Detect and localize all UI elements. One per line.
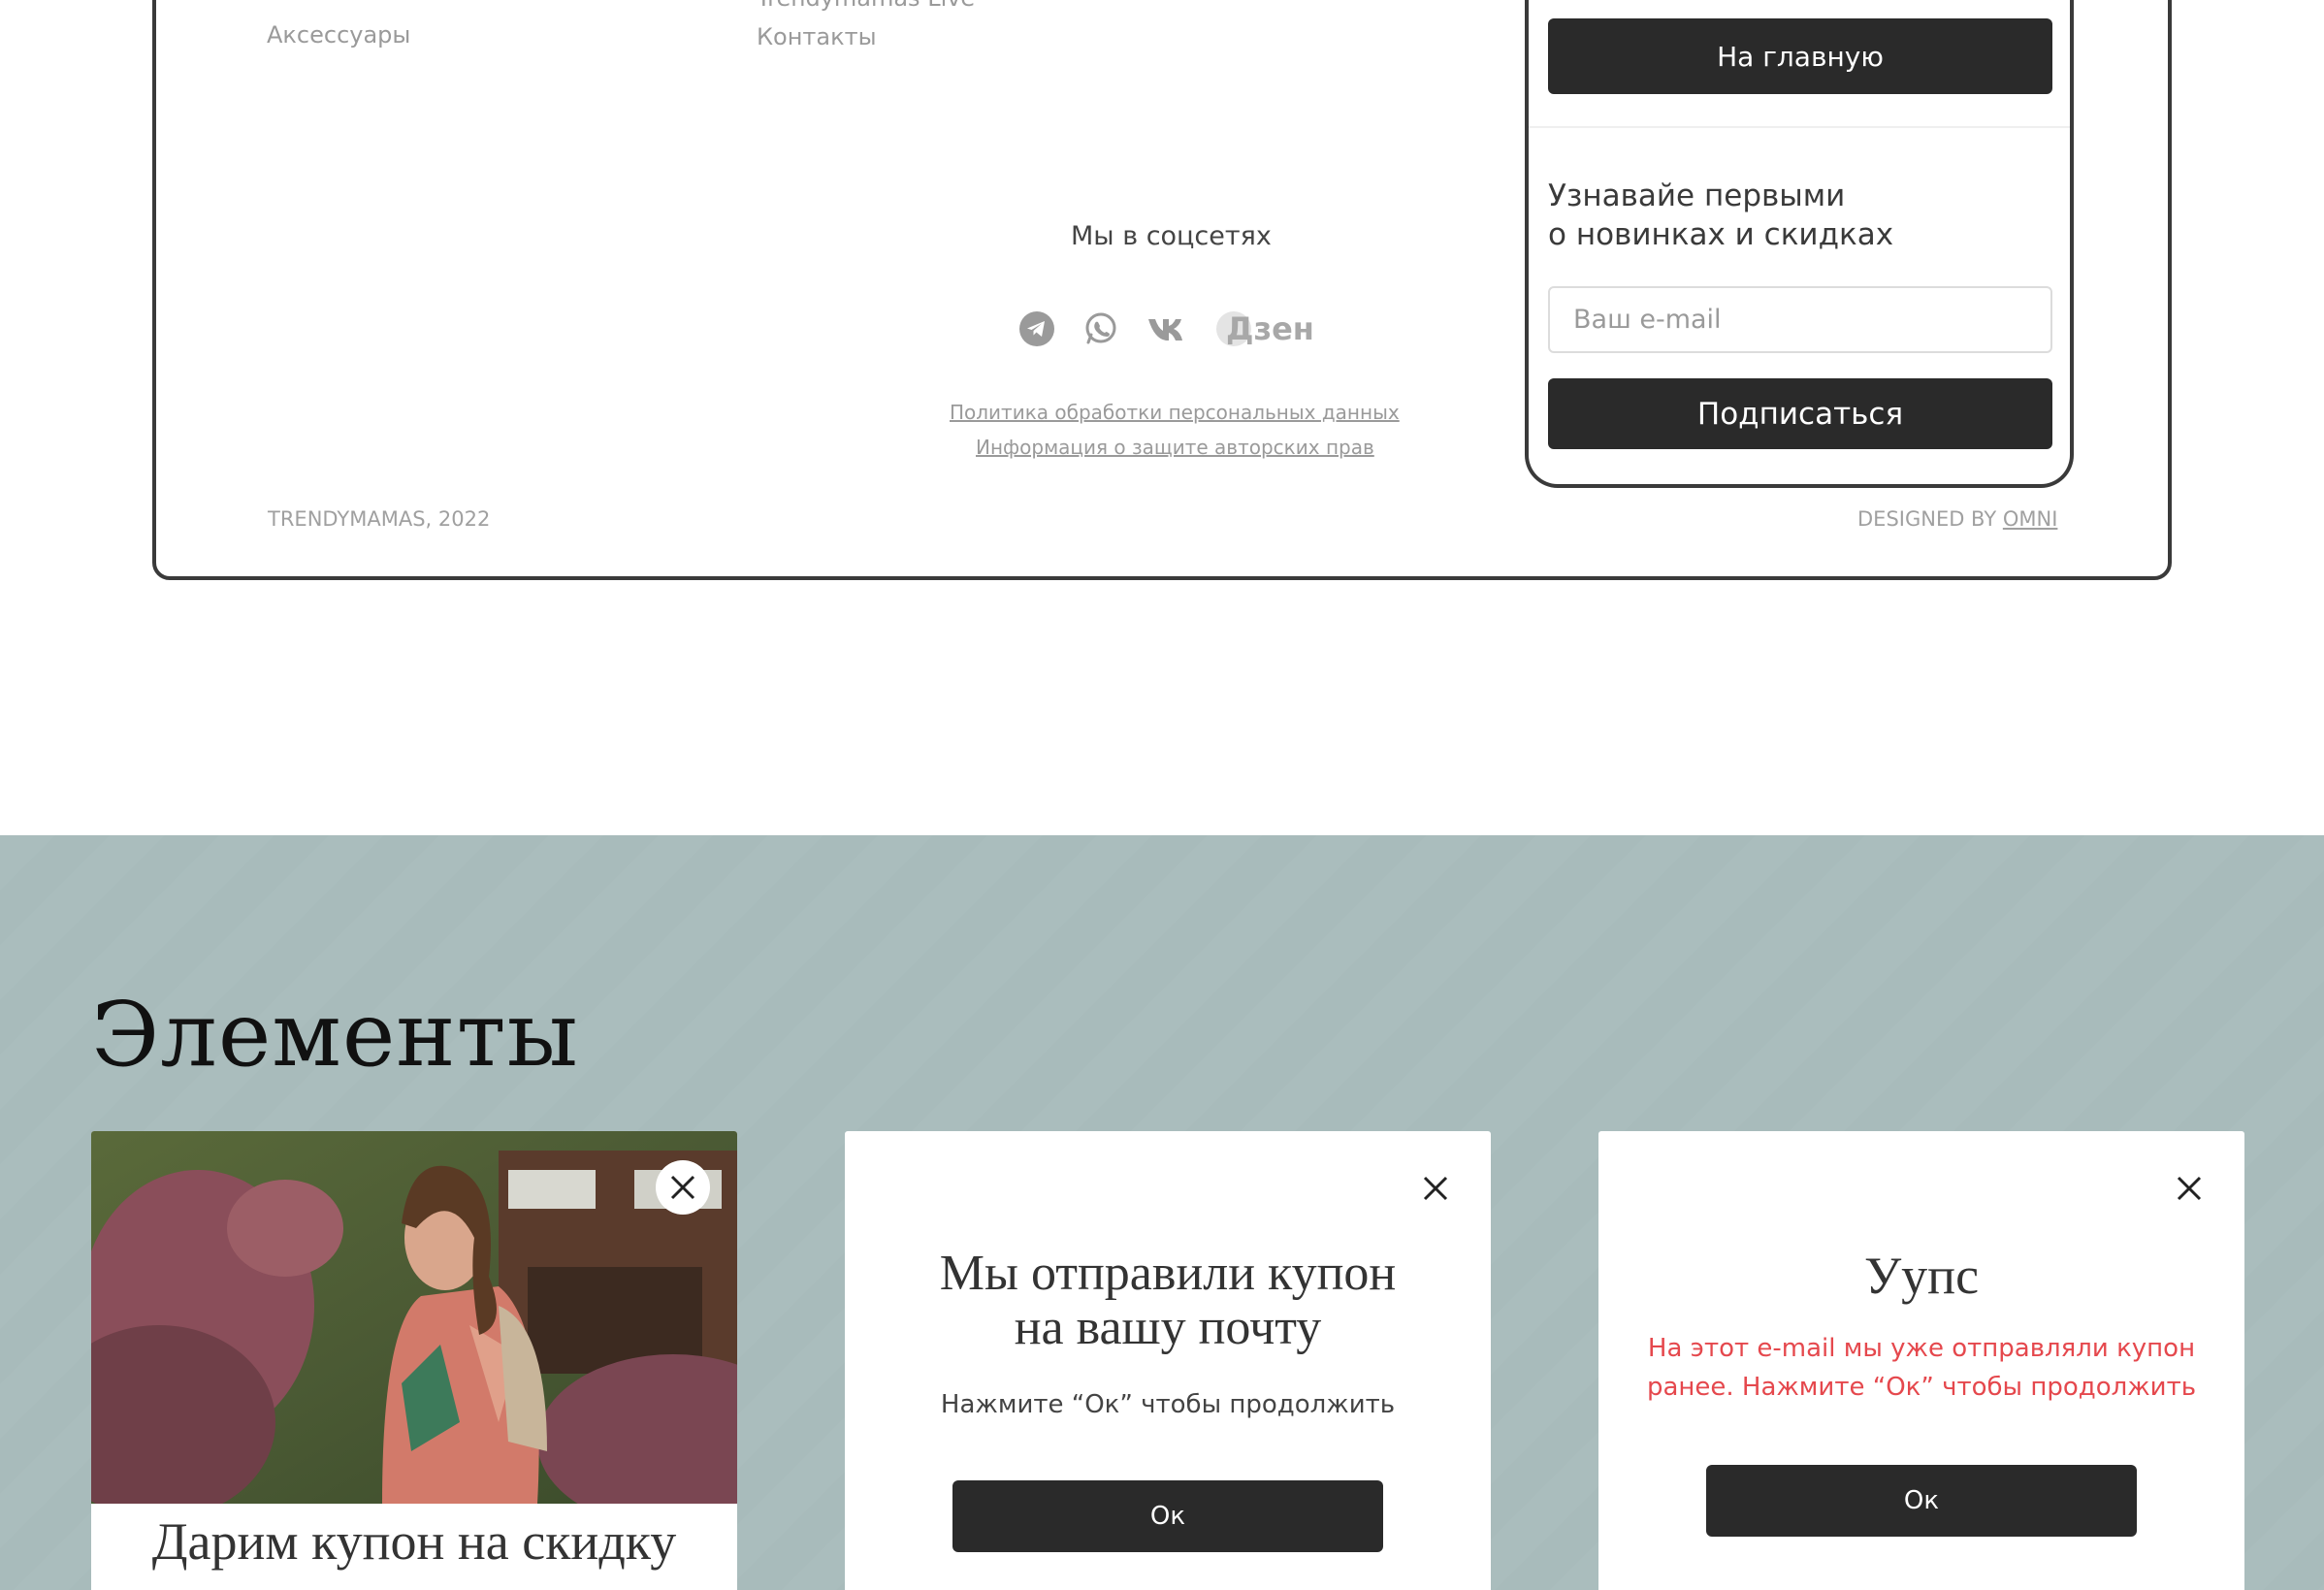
coupon-card: Дарим купон на скидку: [91, 1131, 737, 1590]
divider: [1529, 126, 2070, 128]
sent-text: Нажмите “Ок” чтобы продолжить: [940, 1390, 1396, 1419]
designed-by-label: DESIGNED BY: [1857, 507, 1997, 531]
section-title: Элементы: [91, 983, 579, 1087]
vk-icon[interactable]: [1146, 310, 1189, 347]
social-links: Дзен: [1018, 310, 1314, 347]
close-icon[interactable]: [2176, 1175, 2203, 1202]
subscribe-title-line2: о новинках и скидках: [1548, 217, 1894, 252]
footer-link-accessories[interactable]: Аксессуары: [267, 21, 410, 49]
dzen-label: Дзен: [1226, 310, 1314, 347]
close-button[interactable]: [656, 1160, 710, 1215]
subscribe-card: На главную Узнавайе первыми о новинках и…: [1525, 0, 2074, 488]
close-icon: [670, 1175, 695, 1200]
designer-link[interactable]: OMNI: [2003, 507, 2058, 531]
copyright-text: TRENDYMAMAS, 2022: [268, 507, 491, 531]
ok-button[interactable]: Ок: [1706, 1465, 2137, 1537]
subscribe-button[interactable]: Подписаться: [1548, 378, 2052, 449]
home-button[interactable]: На главную: [1548, 18, 2052, 94]
error-text-line1: На этот e-mail мы уже отправляли купон: [1647, 1334, 2196, 1363]
sent-title-line2: на вашу почту: [1014, 1300, 1322, 1355]
copyright-info-link[interactable]: Информация о защите авторских прав: [976, 436, 1374, 459]
ok-button[interactable]: Ок: [952, 1480, 1383, 1552]
telegram-icon[interactable]: [1018, 310, 1055, 347]
close-icon[interactable]: [1422, 1175, 1449, 1202]
woman-photo: [91, 1131, 737, 1504]
error-text-line2: ранее. Нажмите “Ок” чтобы продолжить: [1646, 1373, 2197, 1402]
subscribe-title-line1: Узнавайе первыми: [1548, 178, 1846, 213]
dzen-link[interactable]: Дзен: [1216, 310, 1314, 347]
whatsapp-icon[interactable]: [1082, 310, 1119, 347]
designed-by: DESIGNED BY OMNI: [1857, 507, 2057, 531]
privacy-policy-link[interactable]: Политика обработки персональных данных: [950, 401, 1400, 424]
footer-link-live[interactable]: Trendymamas Live: [757, 0, 975, 12]
social-title: Мы в соцсетях: [1071, 221, 1272, 251]
error-title: Уупс: [1863, 1247, 1980, 1305]
coupon-sent-card: Мы отправили купон на вашу почту Нажмите…: [845, 1131, 1491, 1590]
sent-title-line1: Мы отправили купон: [939, 1246, 1397, 1301]
elements-section: Элементы Дарим купон на скидку Мы отправ…: [0, 835, 2324, 1590]
footer-link-contacts[interactable]: Контакты: [757, 23, 877, 50]
coupon-title: Дарим купон на скидку: [151, 1512, 677, 1571]
coupon-error-card: Уупс На этот e-mail мы уже отправляли ку…: [1598, 1131, 2244, 1590]
email-input[interactable]: Ваш e-mail: [1548, 286, 2052, 353]
